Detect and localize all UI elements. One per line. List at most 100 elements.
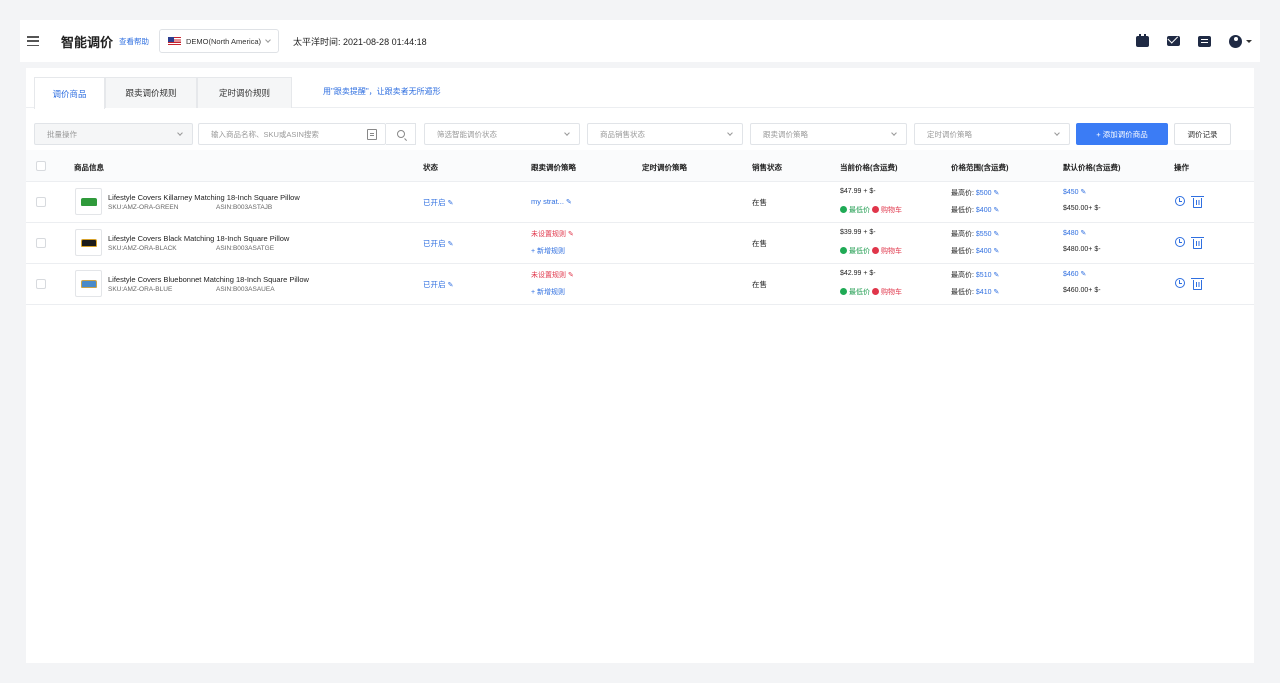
edit-icon[interactable]: ✎ — [568, 272, 574, 279]
current-price: $39.99 + $- — [840, 229, 876, 236]
edit-icon[interactable]: ✎ — [568, 231, 574, 238]
product-sku: SKU:AMZ-ORA-GREEN — [108, 204, 179, 211]
table-row: Lifestyle Covers Killarney Matching 18-I… — [26, 182, 1254, 223]
caret-down-icon[interactable] — [1246, 39, 1252, 43]
product-thumbnail[interactable] — [75, 270, 102, 297]
follow-alert-link[interactable]: 用"跟卖提醒"，让跟卖者无所遁形 — [323, 86, 441, 97]
trash-icon[interactable] — [1191, 237, 1204, 249]
pillow-image — [81, 280, 97, 288]
strategy-unset[interactable]: 未设置规则 ✎ — [531, 270, 574, 280]
default-price[interactable]: $480 ✎ — [1063, 229, 1086, 237]
menu-icon[interactable] — [27, 36, 39, 46]
product-asin[interactable]: ASIN:B003ASATGE — [216, 245, 274, 252]
user-avatar-icon[interactable] — [1229, 34, 1242, 48]
mail-icon[interactable] — [1167, 36, 1180, 46]
calendar-icon[interactable] — [1136, 33, 1149, 47]
edit-icon[interactable]: ✎ — [566, 199, 572, 206]
history-icon[interactable] — [1175, 196, 1185, 206]
pricing-status-select[interactable]: 筛选智能调价状态 — [424, 123, 580, 145]
top-header: 智能调价 查看帮助 DEMO(North America) 太平洋时间: 202… — [20, 20, 1260, 62]
edit-icon[interactable]: ✎ — [993, 190, 999, 197]
product-name[interactable]: Lifestyle Covers Bluebonnet Matching 18-… — [108, 275, 309, 284]
select-all-checkbox[interactable] — [36, 161, 46, 171]
edit-icon[interactable]: ✎ — [448, 282, 454, 289]
pillow-image — [81, 239, 97, 247]
lowest-dot-icon — [840, 247, 847, 254]
product-table: 商品信息 状态 跟卖调价策略 定时调价策略 销售状态 当前价格(含运费) 价格范… — [26, 150, 1254, 305]
strategy-unset[interactable]: 未设置规则 ✎ — [531, 229, 574, 239]
batch-action-select[interactable]: 批量操作 — [34, 123, 193, 145]
min-price: 最低价: $410 ✎ — [951, 289, 1000, 296]
min-price: 最低价: $400 ✎ — [951, 207, 1000, 214]
help-link[interactable]: 查看帮助 — [119, 36, 149, 47]
product-asin[interactable]: ASIN:B003ASAUEA — [216, 286, 275, 293]
edit-icon[interactable]: ✎ — [1081, 271, 1087, 278]
col-default-price: 默认价格(含运费) — [1063, 163, 1121, 172]
lowest-dot-icon — [840, 206, 847, 213]
tab-follow-rules[interactable]: 跟卖调价规则 — [105, 77, 197, 108]
edit-icon[interactable]: ✎ — [1081, 189, 1087, 196]
tab-timed-rules[interactable]: 定时调价规则 — [197, 77, 292, 108]
trash-icon[interactable] — [1191, 278, 1204, 290]
timed-strategy-select[interactable]: 定时调价策略 — [914, 123, 1070, 145]
status-toggle[interactable]: 已开启 ✎ — [423, 197, 453, 208]
product-name[interactable]: Lifestyle Covers Killarney Matching 18-I… — [108, 193, 300, 202]
default-price[interactable]: $450 ✎ — [1063, 188, 1086, 196]
edit-icon[interactable]: ✎ — [448, 200, 454, 207]
follow-strategy-link[interactable]: my strat... ✎ — [531, 197, 572, 206]
default-price-detail: $480.00+ $- — [1063, 246, 1101, 253]
edit-icon[interactable]: ✎ — [993, 272, 999, 279]
sales-status: 在售 — [752, 239, 767, 248]
edit-icon[interactable]: ✎ — [993, 231, 999, 238]
add-pricing-product-button[interactable]: + 添加调价商品 — [1076, 123, 1168, 145]
default-price[interactable]: $460 ✎ — [1063, 270, 1086, 278]
chevron-down-icon — [1054, 130, 1060, 136]
status-toggle[interactable]: 已开启 ✎ — [423, 238, 453, 249]
edit-icon[interactable]: ✎ — [1081, 230, 1087, 237]
status-toggle[interactable]: 已开启 ✎ — [423, 279, 453, 290]
chevron-down-icon — [727, 130, 733, 136]
edit-icon[interactable]: ✎ — [993, 207, 999, 214]
filter-bar: 批量操作 输入商品名称、SKU或ASIN搜索 筛选智能调价状态 商品销售状态 跟… — [26, 123, 1254, 145]
price-flags: 最低价 购物车 — [840, 205, 902, 215]
search-button[interactable] — [386, 123, 416, 145]
min-price: 最低价: $400 ✎ — [951, 248, 1000, 255]
price-flags: 最低价 购物车 — [840, 246, 902, 256]
search-input[interactable]: 输入商品名称、SKU或ASIN搜索 — [198, 123, 386, 145]
product-thumbnail[interactable] — [75, 229, 102, 256]
row-checkbox[interactable] — [36, 238, 46, 248]
tab-pricing-products[interactable]: 调价商品 — [34, 77, 105, 109]
document-icon[interactable] — [1198, 35, 1211, 47]
col-status: 状态 — [423, 163, 438, 172]
edit-icon[interactable]: ✎ — [993, 248, 999, 255]
follow-strategy-select[interactable]: 跟卖调价策略 — [750, 123, 907, 145]
edit-icon[interactable]: ✎ — [448, 241, 454, 248]
col-price-range: 价格范围(含运费) — [951, 163, 1009, 172]
table-row: Lifestyle Covers Black Matching 18-Inch … — [26, 223, 1254, 264]
product-name[interactable]: Lifestyle Covers Black Matching 18-Inch … — [108, 234, 289, 243]
sales-status-select[interactable]: 商品销售状态 — [587, 123, 743, 145]
chevron-down-icon — [265, 36, 271, 43]
main-panel: 调价商品 跟卖调价规则 定时调价规则 用"跟卖提醒"，让跟卖者无所遁形 批量操作… — [26, 68, 1254, 663]
product-asin[interactable]: ASIN:B003ASTAJB — [216, 204, 272, 211]
product-sku: SKU:AMZ-ORA-BLACK — [108, 245, 177, 252]
chevron-down-icon — [564, 130, 570, 136]
col-sales-status: 销售状态 — [752, 163, 782, 172]
pricing-log-button[interactable]: 调价记录 — [1174, 123, 1231, 145]
add-rule-link[interactable]: + 新增规则 — [531, 246, 565, 256]
add-rule-link[interactable]: + 新增规则 — [531, 287, 565, 297]
row-checkbox[interactable] — [36, 279, 46, 289]
row-checkbox[interactable] — [36, 197, 46, 207]
col-product-info: 商品信息 — [74, 163, 104, 172]
trash-icon[interactable] — [1191, 196, 1204, 208]
page-title: 智能调价 — [61, 35, 114, 51]
history-icon[interactable] — [1175, 237, 1185, 247]
scan-icon[interactable] — [367, 129, 377, 140]
region-select[interactable]: DEMO(North America) — [159, 29, 280, 53]
history-icon[interactable] — [1175, 278, 1185, 288]
edit-icon[interactable]: ✎ — [993, 289, 999, 296]
sales-status: 在售 — [752, 280, 767, 289]
product-thumbnail[interactable] — [75, 188, 102, 215]
col-timed-strategy: 定时调价策略 — [642, 163, 687, 172]
product-sku: SKU:AMZ-ORA-BLUE — [108, 286, 173, 293]
